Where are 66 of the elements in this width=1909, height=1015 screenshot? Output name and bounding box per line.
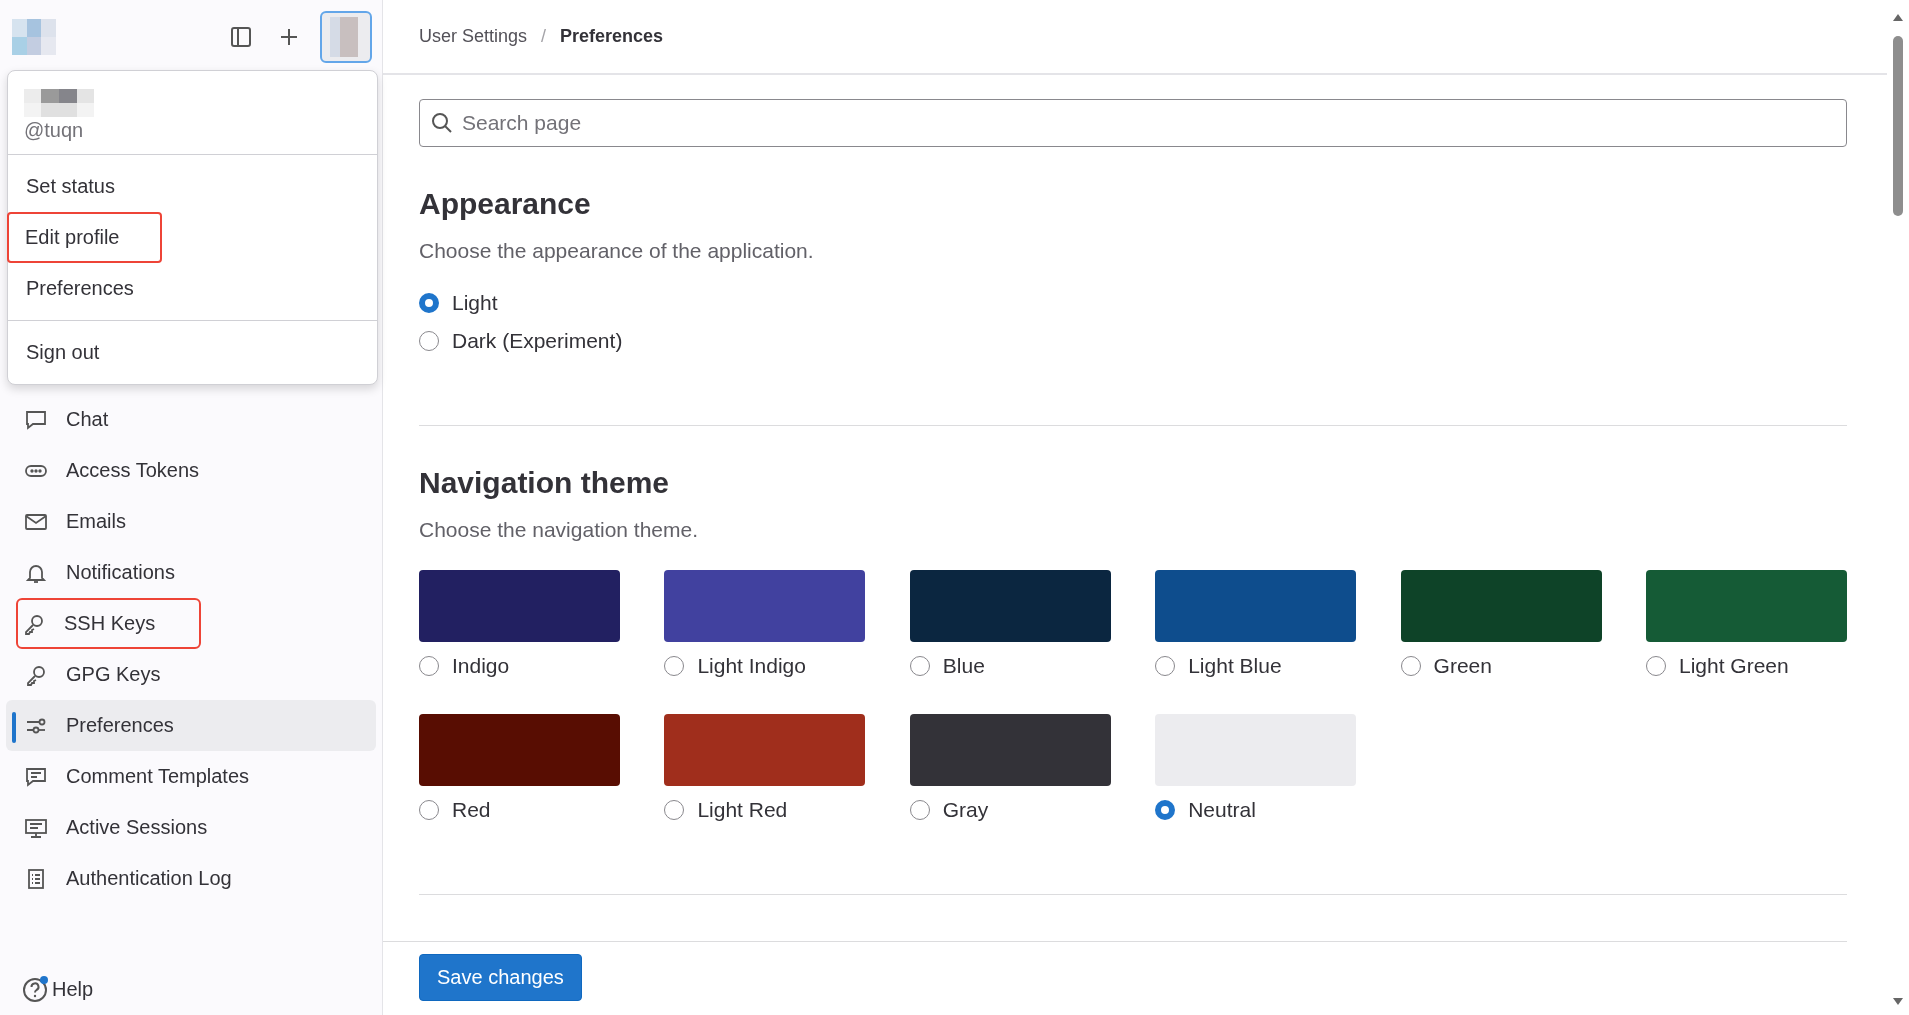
- sidebar-item[interactable]: Preferences: [6, 700, 376, 751]
- sidebar-item[interactable]: SSH Keys: [16, 598, 202, 649]
- radio-button[interactable]: [664, 800, 685, 820]
- sidebar-item[interactable]: GPG Keys: [6, 649, 376, 700]
- theme-swatch[interactable]: [419, 570, 620, 642]
- menu-item[interactable]: Set status: [8, 161, 377, 212]
- section-title: Navigation theme: [419, 466, 671, 500]
- radio-label[interactable]: Light Green: [1678, 654, 1789, 678]
- menu-item[interactable]: Preferences: [8, 263, 377, 314]
- radio-label[interactable]: Neutral: [1188, 798, 1256, 822]
- breadcrumb-link[interactable]: User Settings: [419, 26, 528, 47]
- radio-button[interactable]: [1155, 656, 1176, 676]
- radio-label[interactable]: Dark (Experiment): [452, 329, 623, 353]
- sidebar-item[interactable]: Active Sessions: [6, 802, 376, 853]
- radio-label[interactable]: Blue: [942, 654, 985, 678]
- search-icon: [431, 112, 453, 134]
- radio-button[interactable]: [1155, 800, 1176, 820]
- radio-label[interactable]: Indigo: [452, 654, 510, 678]
- menu-item[interactable]: Sign out: [8, 327, 377, 378]
- menu-item[interactable]: Edit profile: [7, 212, 162, 263]
- radio-label[interactable]: Light Indigo: [697, 654, 806, 678]
- radio-button[interactable]: [1645, 656, 1666, 676]
- search-field[interactable]: Search page: [419, 99, 1847, 147]
- radio-button[interactable]: [909, 800, 930, 820]
- sidebar-item[interactable]: Notifications: [6, 547, 376, 598]
- scroll-down-icon[interactable]: [1891, 997, 1905, 1007]
- radio-label[interactable]: Gray: [942, 798, 989, 822]
- section-description: Choose the navigation theme.: [419, 518, 700, 542]
- radio-label[interactable]: Light: [452, 291, 498, 315]
- section-description: Choose the appearance of the application.: [419, 239, 815, 263]
- section-title: Appearance: [419, 187, 592, 221]
- sidebar-item[interactable]: Authentication Log: [6, 853, 376, 904]
- sidebar-item[interactable]: Emails: [6, 496, 376, 547]
- radio-button[interactable]: [664, 656, 685, 676]
- scrollbar-thumb[interactable]: [1893, 36, 1903, 216]
- blurred-name-icon: [24, 89, 94, 117]
- theme-swatch[interactable]: [909, 714, 1111, 786]
- theme-swatch[interactable]: [664, 714, 866, 786]
- radio-label[interactable]: Light Blue: [1188, 654, 1282, 678]
- radio-button[interactable]: [1400, 656, 1421, 676]
- avatar-button[interactable]: [320, 10, 372, 63]
- theme-swatch[interactable]: [909, 570, 1111, 642]
- sidebar-item[interactable]: Comment Templates: [6, 751, 376, 802]
- blurred-logo-icon: [12, 18, 56, 55]
- radio-button[interactable]: [909, 656, 930, 676]
- scroll-up-icon[interactable]: [1891, 12, 1905, 22]
- radio-button[interactable]: [419, 293, 439, 313]
- username: @tuqn: [24, 119, 85, 142]
- radio-button[interactable]: [419, 656, 439, 676]
- help-icon[interactable]: [22, 975, 50, 1003]
- radio-button[interactable]: [419, 331, 439, 351]
- breadcrumb-separator: /: [541, 26, 547, 47]
- theme-swatch[interactable]: [1400, 570, 1602, 642]
- save-button[interactable]: Save changes: [419, 954, 582, 1001]
- theme-swatch[interactable]: [1645, 570, 1847, 642]
- radio-label[interactable]: Red: [452, 798, 491, 822]
- radio-label[interactable]: Light Red: [697, 798, 788, 822]
- breadcrumb-link[interactable]: Preferences: [560, 26, 664, 47]
- theme-swatch[interactable]: [1155, 570, 1357, 642]
- sidebar-item[interactable]: Chat: [6, 394, 376, 445]
- radio-label[interactable]: Green: [1433, 654, 1492, 678]
- theme-swatch[interactable]: [664, 570, 866, 642]
- radio-button[interactable]: [419, 800, 439, 820]
- theme-swatch[interactable]: [419, 714, 620, 786]
- sidebar-item[interactable]: Access Tokens: [6, 445, 376, 496]
- help-link[interactable]: Help: [52, 977, 94, 1001]
